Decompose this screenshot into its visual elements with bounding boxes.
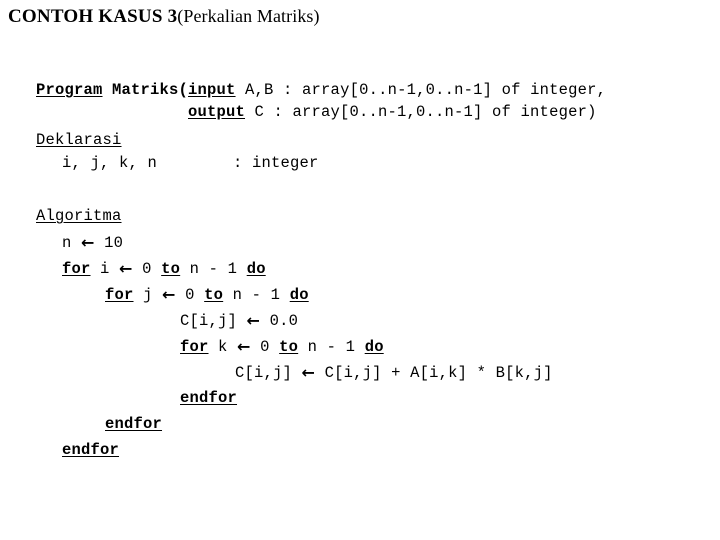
code-text: : integer (157, 154, 319, 172)
code-keyword: do (289, 286, 309, 304)
code-keyword: Program (36, 81, 103, 99)
code-line-deklarasi-header: Deklarasi (36, 129, 122, 151)
code-line-for-i: for i ← 0 to n - 1 do (62, 257, 266, 280)
assign-arrow-icon: ← (162, 285, 176, 304)
page-title-main: CONTOH KASUS 3 (8, 6, 178, 27)
code-text: n - 1 (223, 286, 290, 304)
code-keyword: do (364, 338, 384, 356)
code-line-algoritma-header: Algoritma (36, 205, 122, 227)
code-keyword: for (180, 338, 209, 356)
code-text: 0 (132, 260, 162, 278)
code-keyword: to (279, 338, 299, 356)
code-text: Matriks( (102, 81, 189, 99)
code-line-init-c: C[i,j] ← 0.0 (180, 309, 298, 332)
code-keyword: input (188, 81, 236, 99)
code-text: n - 1 (180, 260, 247, 278)
page-title: CONTOH KASUS 3(Perkalian Matriks) (8, 6, 320, 28)
code-keyword: do (246, 260, 266, 278)
code-text: i, j, k, n (62, 154, 158, 172)
code-line-endfor-k: endfor (180, 387, 237, 409)
code-line-deklarasi-vars: i, j, k, n : integer (62, 152, 319, 174)
assign-arrow-icon: ← (246, 311, 261, 330)
code-text: A,B : array[0..n-1,0..n-1] of integer, (235, 81, 607, 99)
code-text: C[i,j] (235, 364, 302, 382)
code-keyword: output (188, 103, 246, 121)
code-keyword: for (105, 286, 134, 304)
code-line-endfor-j: endfor (105, 413, 162, 435)
code-keyword: endfor (62, 441, 120, 459)
code-text: k (208, 338, 238, 356)
code-text: C : array[0..n-1,0..n-1] of integer) (245, 103, 597, 121)
assign-arrow-icon: ← (237, 337, 251, 356)
code-text: i (90, 260, 120, 278)
code-text: 0 (250, 338, 280, 356)
code-line-assign-n: n ← 10 (62, 231, 123, 254)
code-keyword: endfor (105, 415, 163, 433)
code-keyword: for (62, 260, 91, 278)
code-line-accumulate-c: C[i,j] ← C[i,j] + A[i,k] * B[k,j] (235, 361, 553, 384)
slide-canvas: CONTOH KASUS 3(Perkalian Matriks) Progra… (0, 0, 720, 540)
assign-arrow-icon: ← (119, 259, 133, 278)
code-line-program-output: output C : array[0..n-1,0..n-1] of integ… (188, 101, 597, 123)
code-text: 0 (175, 286, 205, 304)
code-line-for-j: for j ← 0 to n - 1 do (105, 283, 309, 306)
code-text: C[i,j] + A[i,k] * B[k,j] (315, 364, 553, 382)
code-text: C[i,j] (180, 312, 247, 330)
code-keyword: to (204, 286, 224, 304)
assign-arrow-icon: ← (301, 363, 316, 382)
assign-arrow-icon: ← (81, 233, 95, 252)
code-keyword: endfor (180, 389, 238, 407)
page-title-sub: (Perkalian Matriks) (177, 6, 320, 26)
code-line-endfor-i: endfor (62, 439, 119, 461)
code-line-program-header: Program Matriks(input A,B : array[0..n-1… (36, 79, 606, 101)
code-keyword: Algoritma (36, 207, 122, 225)
code-text: 0.0 (260, 312, 299, 330)
code-text: n (62, 234, 82, 252)
code-keyword: to (161, 260, 181, 278)
code-text: n - 1 (298, 338, 365, 356)
code-line-for-k: for k ← 0 to n - 1 do (180, 335, 384, 358)
code-text: 10 (94, 234, 124, 252)
code-text: j (133, 286, 163, 304)
code-keyword: Deklarasi (36, 131, 122, 149)
